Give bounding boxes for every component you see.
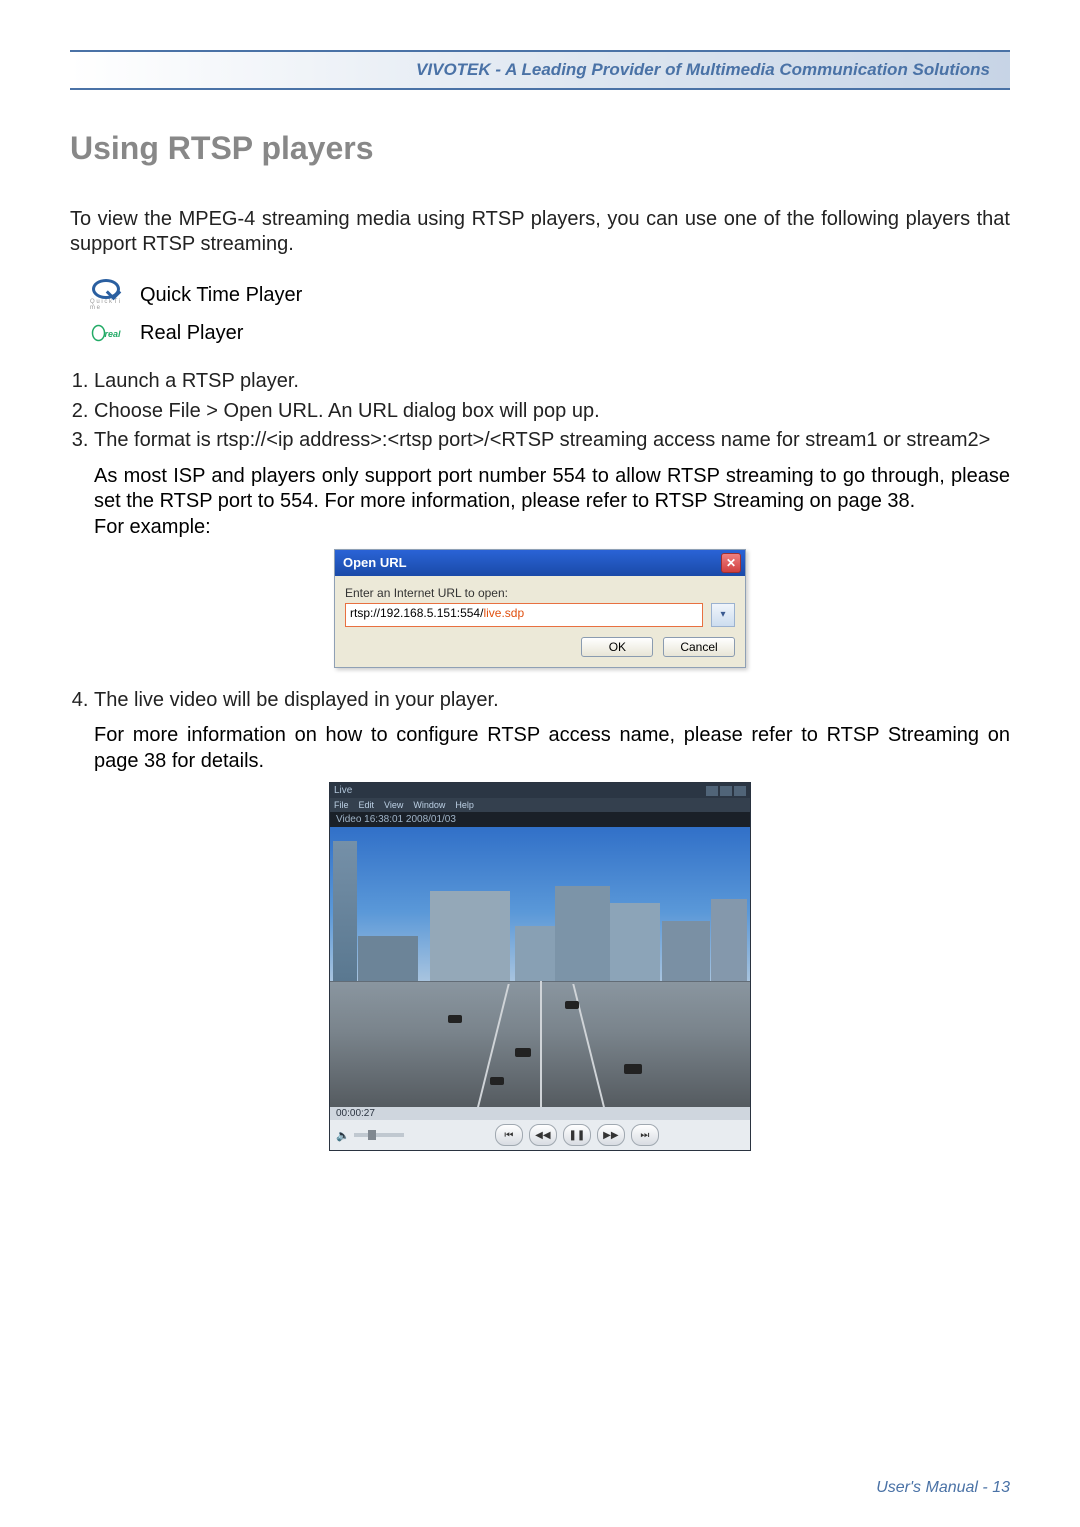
- brand-tagline: VIVOTEK - A Leading Provider of Multimed…: [416, 60, 990, 79]
- video-frame: [330, 827, 750, 1107]
- player-titlebar: Live: [330, 783, 750, 798]
- close-icon[interactable]: ✕: [721, 553, 741, 573]
- menu-window[interactable]: Window: [413, 800, 445, 810]
- maximize-icon[interactable]: [720, 786, 732, 796]
- step-4-text: The live video will be displayed in your…: [94, 689, 499, 711]
- svg-text:real: real: [105, 329, 122, 339]
- realplayer-icon: real: [90, 317, 122, 349]
- open-url-dialog: Open URL ✕ Enter an Internet URL to open…: [334, 549, 746, 668]
- player-title: Live: [334, 785, 352, 796]
- step-1: Launch a RTSP player.: [94, 369, 1010, 395]
- video-player-window: Live File Edit View Window Help Video 16…: [329, 782, 751, 1151]
- rewind-button[interactable]: ◀◀: [529, 1124, 557, 1146]
- intro-paragraph: To view the MPEG-4 streaming media using…: [70, 207, 1010, 257]
- video-overlay-text: Video 16:38:01 2008/01/03: [330, 812, 750, 827]
- player-controls: 🔈 ⏮ ◀◀ ❚❚ ▶▶ ⏭: [330, 1120, 750, 1150]
- player-real-row: real Real Player: [90, 317, 1010, 349]
- close-window-icon[interactable]: [734, 786, 746, 796]
- step-3-detail: As most ISP and players only support por…: [94, 464, 1010, 515]
- header-band: VIVOTEK - A Leading Provider of Multimed…: [70, 50, 1010, 90]
- quicktime-icon: Q u i c k T i m e: [90, 279, 122, 311]
- step-3-text: The format is rtsp://<ip address>:<rtsp …: [94, 429, 990, 451]
- step-3: The format is rtsp://<ip address>:<rtsp …: [94, 428, 1010, 454]
- timecode: 00:00:27: [330, 1107, 750, 1120]
- prev-button[interactable]: ⏮: [495, 1124, 523, 1146]
- page-footer: User's Manual - 13: [876, 1479, 1010, 1497]
- dropdown-history-icon[interactable]: ▾: [711, 603, 735, 627]
- pause-button[interactable]: ❚❚: [563, 1124, 591, 1146]
- step-4: The live video will be displayed in your…: [94, 688, 1010, 714]
- minimize-icon[interactable]: [706, 786, 718, 796]
- steps-list-cont: The live video will be displayed in your…: [70, 688, 1010, 714]
- step-3-for-example: For example:: [94, 515, 1010, 541]
- steps-list: Launch a RTSP player. Choose File > Open…: [70, 369, 1010, 454]
- player-quicktime-row: Q u i c k T i m e Quick Time Player: [90, 279, 1010, 311]
- player-real-label: Real Player: [140, 322, 243, 345]
- step-4-detail: For more information on how to configure…: [94, 723, 1010, 774]
- section-title: Using RTSP players: [70, 130, 1010, 167]
- player-quicktime-label: Quick Time Player: [140, 284, 302, 307]
- dialog-titlebar: Open URL ✕: [335, 550, 745, 576]
- player-menubar: File Edit View Window Help: [330, 798, 750, 812]
- ok-button[interactable]: OK: [581, 637, 653, 657]
- url-input[interactable]: rtsp://192.168.5.151:554/live.sdp: [345, 603, 703, 627]
- forward-button[interactable]: ▶▶: [597, 1124, 625, 1146]
- dialog-title: Open URL: [343, 555, 407, 570]
- speaker-icon: 🔈: [336, 1129, 350, 1142]
- cancel-button[interactable]: Cancel: [663, 637, 735, 657]
- step-2: Choose File > Open URL. An URL dialog bo…: [94, 399, 1010, 425]
- dialog-label: Enter an Internet URL to open:: [345, 586, 735, 600]
- menu-edit[interactable]: Edit: [359, 800, 375, 810]
- menu-file[interactable]: File: [334, 800, 349, 810]
- menu-help[interactable]: Help: [455, 800, 474, 810]
- manual-page: VIVOTEK - A Leading Provider of Multimed…: [0, 0, 1080, 1527]
- menu-view[interactable]: View: [384, 800, 403, 810]
- next-button[interactable]: ⏭: [631, 1124, 659, 1146]
- volume-control[interactable]: 🔈: [336, 1129, 404, 1142]
